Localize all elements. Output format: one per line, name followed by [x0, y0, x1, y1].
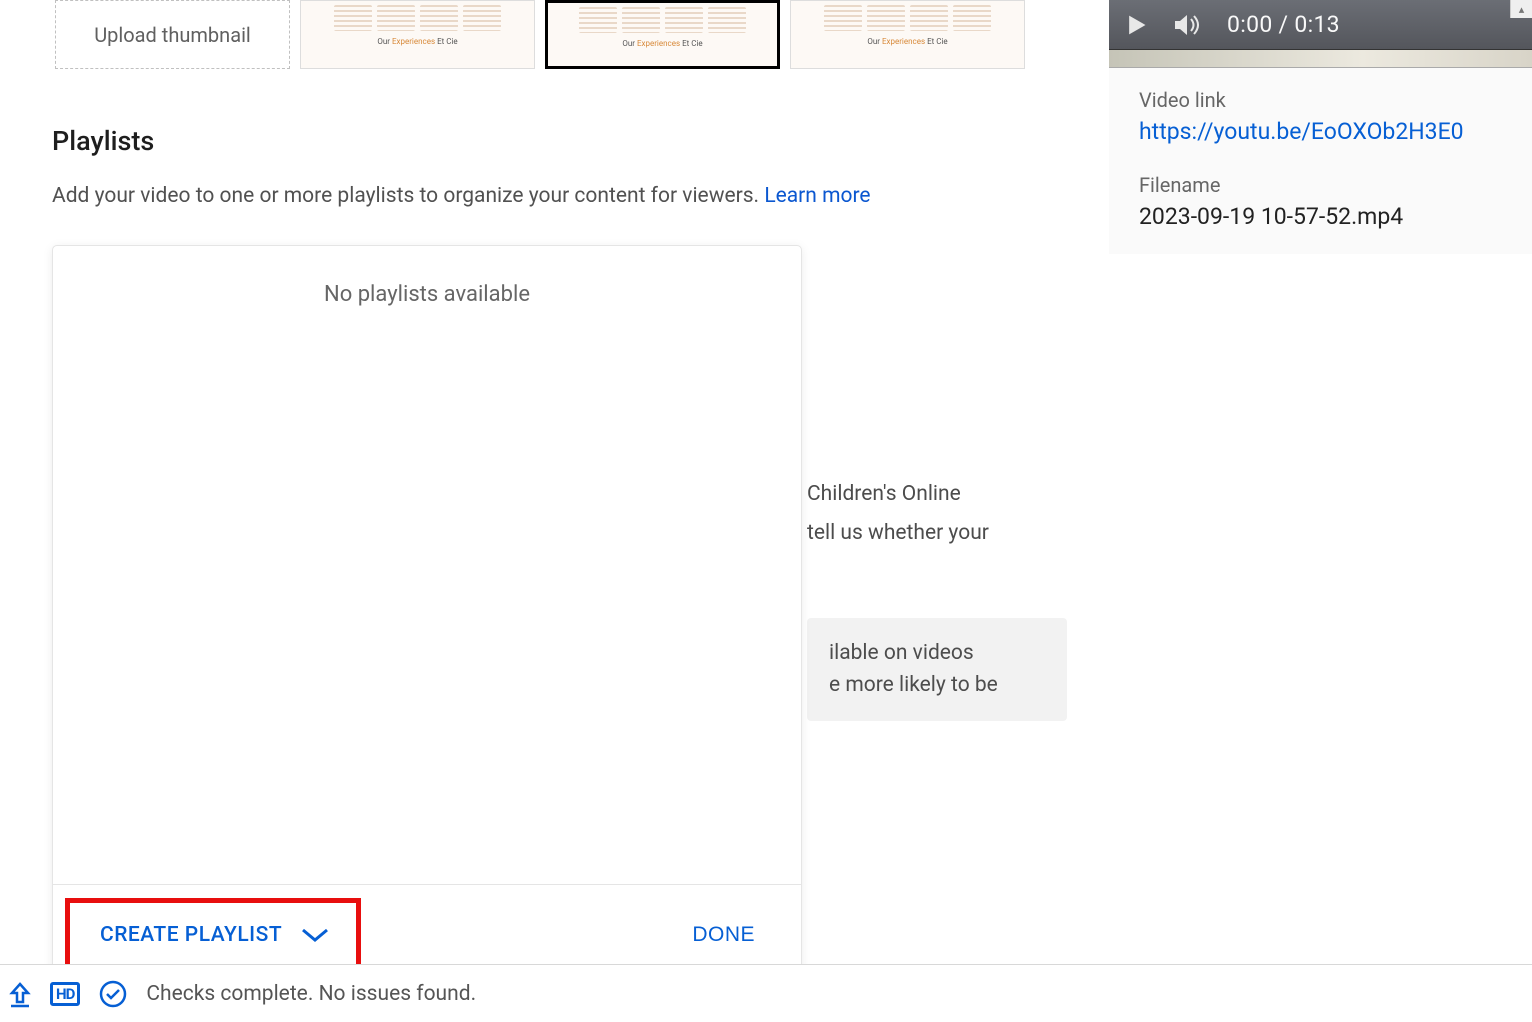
video-info: Video link https://youtu.be/EoOXOb2H3E0 …: [1109, 68, 1532, 254]
playlists-title: Playlists: [52, 125, 871, 157]
playlists-description: Add your video to one or more playlists …: [52, 181, 871, 211]
upload-thumbnail-button[interactable]: Upload thumbnail: [55, 0, 290, 69]
scrollbar-up-button[interactable]: ▴: [1510, 0, 1532, 18]
playlists-section: Playlists Add your video to one or more …: [52, 125, 871, 985]
learn-more-link[interactable]: Learn more: [764, 184, 870, 208]
player-time: 0:00 / 0:13: [1227, 11, 1340, 38]
hd-badge-icon: HD: [50, 982, 80, 1006]
video-preview-panel: 0:00 / 0:13 Video link https://youtu.be/…: [1109, 0, 1532, 254]
check-circle-icon: [98, 979, 128, 1009]
video-scrubber-strip[interactable]: [1109, 50, 1532, 68]
thumbnail-option-1[interactable]: Our Experiences Et Cie: [300, 0, 535, 69]
playlist-dropdown-panel: No playlists available CREATE PLAYLIST D…: [52, 245, 802, 985]
upload-thumbnail-label: Upload thumbnail: [94, 23, 251, 47]
thumbnail-row: Upload thumbnail Our Experiences Et Cie …: [55, 0, 1025, 69]
status-text: Checks complete. No issues found.: [146, 982, 476, 1006]
volume-icon[interactable]: [1173, 12, 1203, 38]
no-playlists-message: No playlists available: [324, 282, 530, 884]
play-icon[interactable]: [1121, 11, 1149, 39]
video-link[interactable]: https://youtu.be/EoOXOb2H3E0: [1139, 118, 1502, 145]
chevron-down-icon: [300, 926, 330, 944]
thumbnail-option-3[interactable]: Our Experiences Et Cie: [790, 0, 1025, 69]
video-player-controls: 0:00 / 0:13: [1109, 0, 1532, 50]
playlist-body: No playlists available: [53, 246, 801, 884]
done-button[interactable]: DONE: [692, 923, 755, 947]
filename-value: 2023-09-19 10-57-52.mp4: [1139, 203, 1502, 230]
create-playlist-label: CREATE PLAYLIST: [100, 923, 282, 947]
filename-label: Filename: [1139, 173, 1502, 197]
upload-status-bar: HD Checks complete. No issues found.: [0, 964, 1532, 1022]
upload-arrow-icon: [8, 980, 32, 1008]
video-link-label: Video link: [1139, 88, 1502, 112]
create-playlist-button[interactable]: CREATE PLAYLIST: [65, 898, 361, 972]
thumbnail-option-2-selected[interactable]: Our Experiences Et Cie: [545, 0, 780, 69]
